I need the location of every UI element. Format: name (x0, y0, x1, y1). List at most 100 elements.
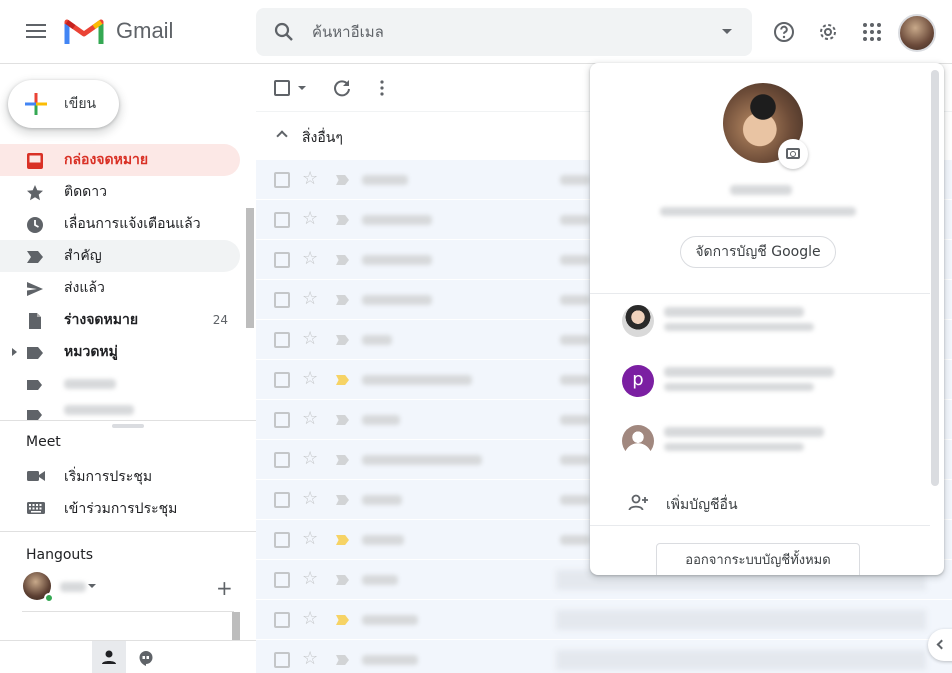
redacted-sender (362, 455, 482, 465)
refresh-icon[interactable] (332, 78, 352, 98)
sign-out-all-button[interactable]: ออกจากระบบบัญชีทั้งหมด (656, 543, 860, 575)
importance-marker-icon[interactable] (336, 495, 349, 505)
manage-google-account-button[interactable]: จัดการบัญชี Google (680, 236, 836, 268)
resize-handle[interactable] (112, 424, 144, 428)
main-menu-icon[interactable] (24, 20, 48, 44)
redacted-sender (362, 215, 432, 225)
expand-arrow-icon[interactable] (12, 348, 17, 356)
star-toggle-icon[interactable]: ☆ (302, 328, 318, 350)
collapse-caret-icon[interactable] (276, 130, 288, 142)
account-list-item[interactable]: p (590, 351, 930, 411)
top-bar: Gmail (0, 0, 952, 64)
redacted-account-name (664, 307, 804, 317)
new-conversation-plus-icon[interactable]: + (216, 578, 233, 598)
sidebar-scrollbar[interactable] (246, 208, 254, 328)
star-toggle-icon[interactable]: ☆ (302, 168, 318, 190)
redacted-subject (556, 610, 926, 630)
redacted-account-email (660, 207, 856, 216)
sidebar-item-label-redacted-1[interactable] (0, 368, 240, 400)
side-panel-toggle[interactable] (928, 629, 952, 661)
star-toggle-icon[interactable]: ☆ (302, 488, 318, 510)
row-checkbox[interactable] (274, 572, 290, 588)
hangouts-title: Hangouts (26, 547, 94, 563)
help-icon[interactable] (772, 20, 796, 44)
search-input[interactable] (312, 20, 692, 44)
sidebar-item-categories[interactable]: หมวดหมู่ (0, 336, 240, 368)
row-checkbox[interactable] (274, 252, 290, 268)
more-options-icon[interactable] (380, 80, 384, 96)
importance-marker-icon[interactable] (336, 255, 349, 265)
row-checkbox[interactable] (274, 452, 290, 468)
sidebar-item-inbox[interactable]: กล่องจดหมาย (0, 144, 240, 176)
sidebar-item-drafts[interactable]: ร่างจดหมาย 24 (0, 304, 240, 336)
row-checkbox[interactable] (274, 332, 290, 348)
hangouts-status-caret-icon[interactable] (88, 584, 96, 588)
star-toggle-icon[interactable]: ☆ (302, 448, 318, 470)
search-bar[interactable] (256, 8, 752, 56)
row-checkbox[interactable] (274, 212, 290, 228)
row-checkbox[interactable] (274, 532, 290, 548)
account-list-item[interactable] (590, 291, 930, 351)
email-row[interactable]: ☆ (256, 640, 952, 673)
change-photo-button[interactable] (778, 139, 808, 169)
importance-marker-icon[interactable] (336, 215, 349, 225)
row-checkbox[interactable] (274, 412, 290, 428)
email-row[interactable]: ☆ (256, 600, 952, 640)
importance-marker-icon[interactable] (336, 535, 349, 545)
select-options-caret-icon[interactable] (298, 86, 306, 90)
sidebar-item-label: เลื่อนการแจ้งเตือนแล้ว (64, 216, 201, 232)
search-icon[interactable] (272, 20, 296, 44)
search-options-icon[interactable] (722, 29, 732, 34)
sidebar-item-label-redacted-2[interactable] (0, 400, 240, 420)
row-checkbox[interactable] (274, 492, 290, 508)
importance-marker-icon[interactable] (336, 295, 349, 305)
add-account-button[interactable]: เพิ่มบัญชีอื่น (590, 483, 930, 523)
default-avatar (622, 425, 654, 457)
row-checkbox[interactable] (274, 372, 290, 388)
importance-marker-icon[interactable] (336, 615, 349, 625)
account-avatar[interactable] (898, 14, 936, 52)
meet-join-link[interactable]: เข้าร่วมการประชุม (64, 498, 177, 520)
row-checkbox[interactable] (274, 652, 290, 668)
gmail-logo[interactable]: Gmail (64, 16, 173, 46)
redacted-subject (560, 215, 590, 225)
select-all-checkbox[interactable] (274, 80, 290, 96)
apps-grid-icon[interactable] (860, 20, 884, 44)
row-checkbox[interactable] (274, 612, 290, 628)
sidebar-item-snoozed[interactable]: เลื่อนการแจ้งเตือนแล้ว (0, 208, 240, 240)
row-checkbox[interactable] (274, 292, 290, 308)
app-name: Gmail (116, 18, 174, 43)
star-toggle-icon[interactable]: ☆ (302, 288, 318, 310)
redacted-sender (362, 615, 418, 625)
star-toggle-icon[interactable]: ☆ (302, 648, 318, 670)
importance-marker-icon[interactable] (336, 175, 349, 185)
importance-marker-icon[interactable] (336, 655, 349, 665)
redacted-subject (560, 295, 590, 305)
section-header-other[interactable]: สิ่งอื่นๆ (256, 112, 590, 160)
importance-marker-icon[interactable] (336, 335, 349, 345)
star-toggle-icon[interactable]: ☆ (302, 608, 318, 630)
star-toggle-icon[interactable]: ☆ (302, 568, 318, 590)
settings-gear-icon[interactable] (816, 20, 840, 44)
sidebar-item-sent[interactable]: ส่งแล้ว (0, 272, 240, 304)
importance-marker-icon[interactable] (336, 575, 349, 585)
star-toggle-icon[interactable]: ☆ (302, 208, 318, 230)
star-toggle-icon[interactable]: ☆ (302, 408, 318, 430)
sidebar-item-starred[interactable]: ติดดาว (0, 176, 240, 208)
importance-marker-icon[interactable] (336, 455, 349, 465)
hangouts-scrollbar[interactable] (232, 612, 240, 640)
star-toggle-icon[interactable]: ☆ (302, 528, 318, 550)
importance-marker-icon[interactable] (336, 415, 349, 425)
importance-marker-icon[interactable] (336, 375, 349, 385)
contacts-tab[interactable] (92, 641, 126, 673)
compose-button[interactable]: เขียน (8, 80, 119, 128)
sidebar-item-important[interactable]: สำคัญ (0, 240, 240, 272)
popup-scrollbar[interactable] (931, 70, 939, 486)
account-list-item[interactable] (590, 411, 930, 471)
meet-start-link[interactable]: เริ่มการประชุม (64, 466, 152, 488)
redacted-account-email (664, 323, 814, 331)
row-checkbox[interactable] (274, 172, 290, 188)
star-toggle-icon[interactable]: ☆ (302, 368, 318, 390)
hangouts-chat-icon[interactable] (138, 650, 154, 666)
star-toggle-icon[interactable]: ☆ (302, 248, 318, 270)
